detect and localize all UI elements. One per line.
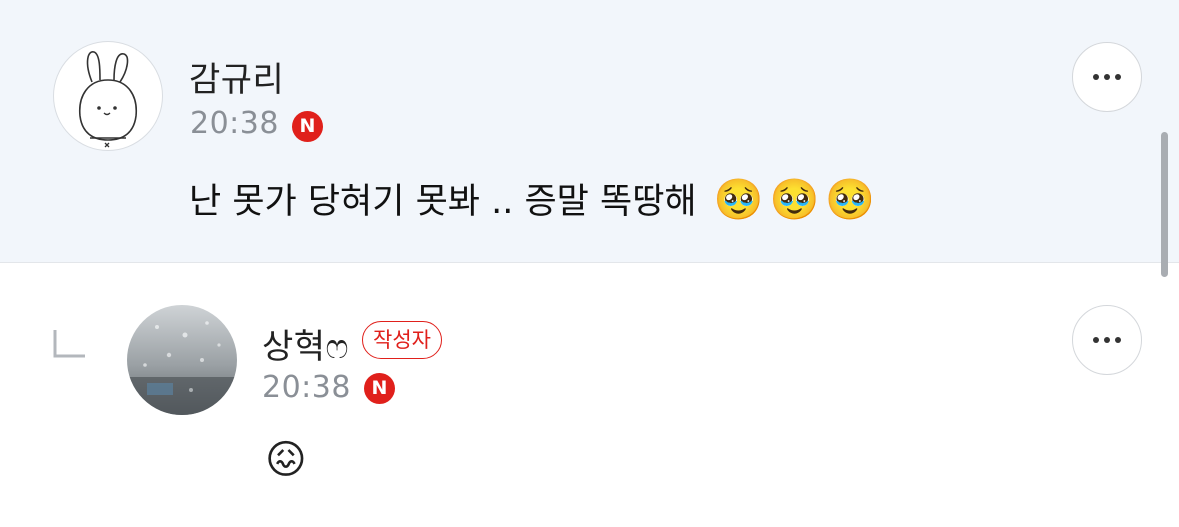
more-dot — [1115, 337, 1121, 343]
more-options-button[interactable] — [1072, 305, 1142, 375]
pleading-face-emoji: 🥹 — [713, 177, 764, 223]
bunny-avatar-icon — [79, 51, 137, 148]
more-dot — [1115, 74, 1121, 80]
author-name[interactable]: 감규리 — [189, 52, 284, 101]
confounded-face-emoji: 😖 — [265, 437, 307, 483]
pleading-face-emoji: 🥹 — [825, 177, 876, 223]
comment-time: 20:38 — [262, 370, 351, 405]
reply-arrow-icon — [53, 330, 85, 358]
rain-window-avatar — [127, 305, 237, 415]
more-options-button[interactable] — [1072, 42, 1142, 112]
comment-text: 난 못가 당혀기 못봐 .. 증말 똑땅해 🥹 🥹 🥹 — [189, 173, 875, 224]
more-dots-icon — [1093, 337, 1099, 343]
comment-text-body: 난 못가 당혀기 못봐 .. 증말 똑땅해 — [189, 182, 697, 222]
new-badge: N — [292, 111, 323, 142]
author-name[interactable]: 상혁ෆ — [262, 319, 349, 368]
more-dot — [1104, 74, 1110, 80]
comment-time: 20:38 — [190, 106, 279, 141]
new-badge: N — [364, 373, 395, 404]
reply-comment-item: 상혁ෆ 작성자 20:38 N 😖 — [0, 263, 1179, 527]
more-dot — [1104, 337, 1110, 343]
comment-item: 감규리 20:38 N 난 못가 당혀기 못봐 .. 증말 똑땅해 🥹 🥹 🥹 — [0, 0, 1179, 263]
pleading-face-emoji: 🥹 — [769, 177, 820, 223]
scrollbar[interactable] — [1161, 132, 1168, 277]
avatar[interactable] — [53, 41, 163, 151]
more-dots-icon — [1093, 74, 1099, 80]
author-tag-badge: 작성자 — [362, 321, 442, 359]
avatar[interactable] — [127, 305, 237, 415]
